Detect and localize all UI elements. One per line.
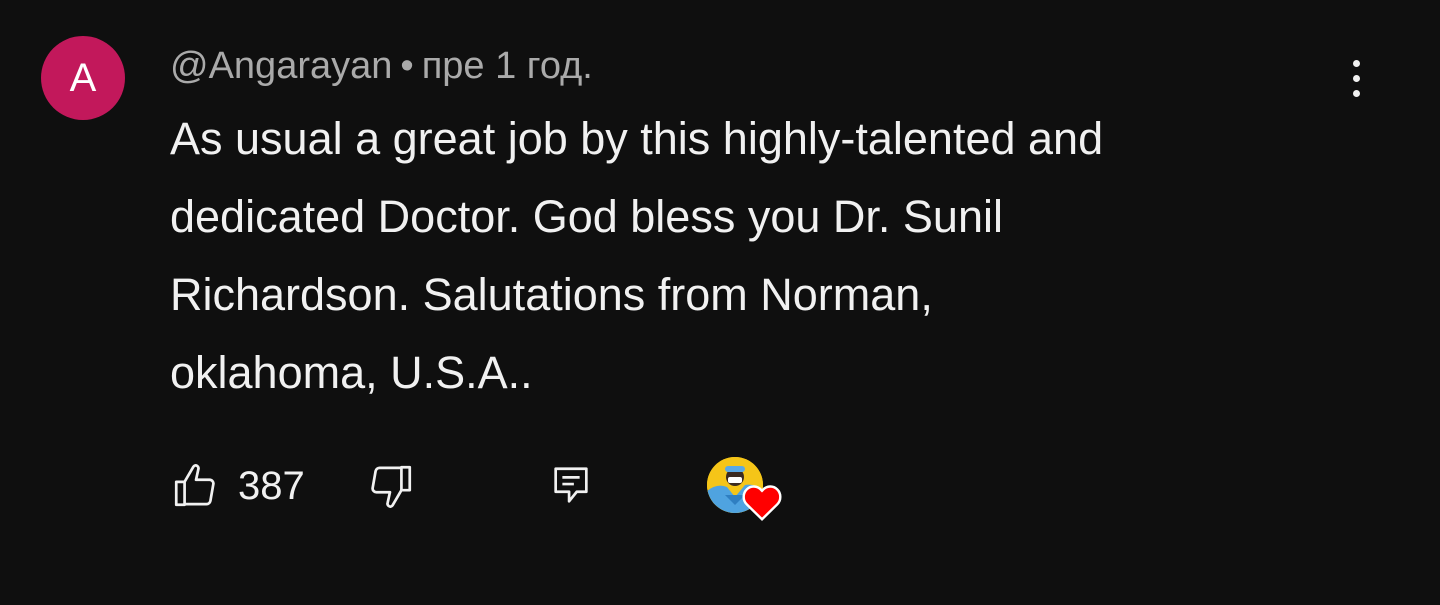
more-vert-icon[interactable] xyxy=(1330,52,1382,104)
author-handle[interactable]: @Angarayan xyxy=(170,45,392,87)
like-count: 387 xyxy=(238,463,305,508)
thumbs-up-icon xyxy=(174,464,215,507)
like-button[interactable]: 387 xyxy=(170,461,305,511)
creator-heart-badge xyxy=(705,455,785,521)
reply-button[interactable] xyxy=(548,463,594,514)
comment-thread: A @Angarayan • пре 1 год. As usual a great… xyxy=(0,0,1440,605)
heart-icon xyxy=(742,485,782,521)
comment-text: As usual a great job by this highly-tale… xyxy=(170,113,1104,398)
dislike-button[interactable] xyxy=(366,461,416,516)
reply-comment-icon xyxy=(554,467,588,503)
thumbs-down-icon xyxy=(371,465,412,508)
author-avatar[interactable]: A xyxy=(41,36,125,120)
comment-timestamp[interactable]: пре 1 год. xyxy=(422,45,593,87)
header-separator: • xyxy=(400,45,414,87)
comment-actions: 387 xyxy=(170,455,870,521)
avatar-letter: A xyxy=(69,55,97,100)
comment-header: @Angarayan • пре 1 год. xyxy=(170,40,593,92)
